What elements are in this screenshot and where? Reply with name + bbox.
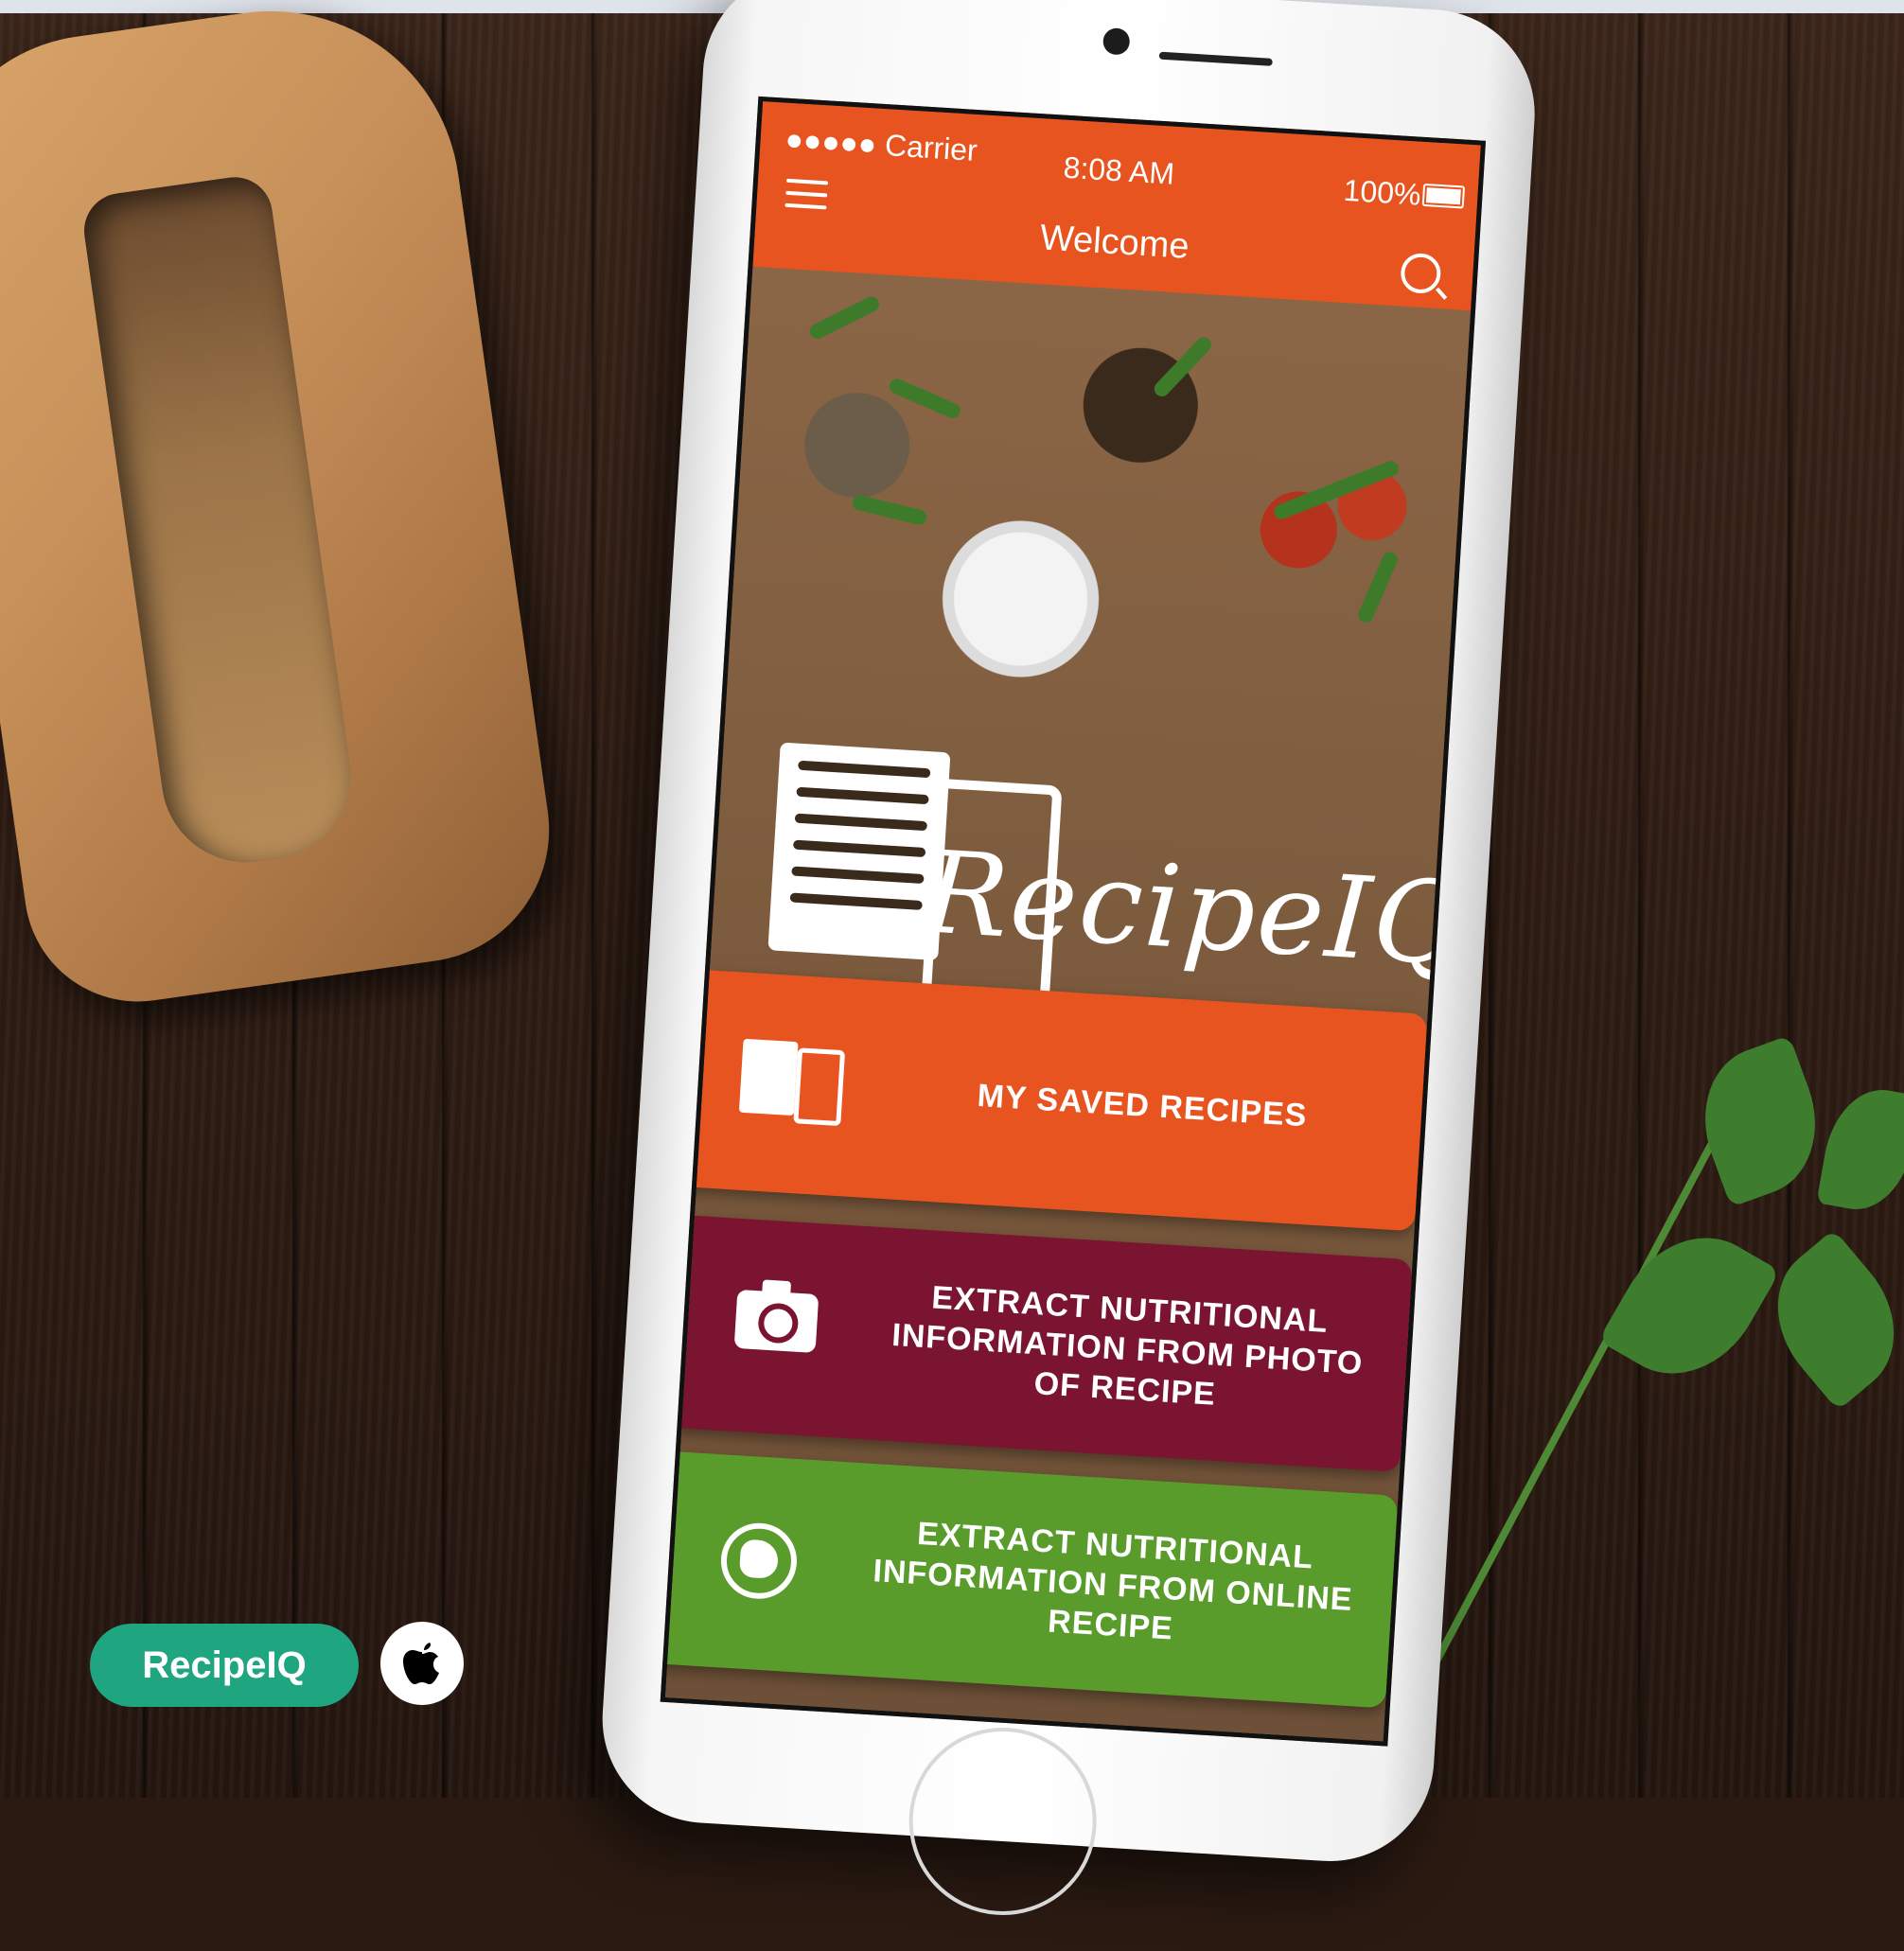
- battery-percent: 100%: [1342, 172, 1422, 212]
- extract-from-online-button[interactable]: EXTRACT NUTRITIONAL INFORMATION FROM ONL…: [660, 1450, 1399, 1709]
- front-camera: [1102, 26, 1131, 56]
- camera-icon: [733, 1289, 820, 1353]
- my-saved-recipes-label: MY SAVED RECIPES: [976, 1077, 1309, 1134]
- app-screen: ●●●●● Carrier 8:08 AM 100% Welcome Recip…: [660, 96, 1487, 1747]
- earpiece-speaker: [1158, 51, 1273, 66]
- home-button[interactable]: [903, 1722, 1102, 1921]
- scoop-hollow: [79, 172, 362, 874]
- page-title: Welcome: [1038, 218, 1190, 267]
- battery-icon: [1421, 183, 1466, 209]
- app-name-badge[interactable]: RecipeIQ: [90, 1624, 359, 1707]
- globe-icon: [718, 1520, 800, 1602]
- recipe-book-icon: [738, 1038, 848, 1127]
- extract-from-photo-label: EXTRACT NUTRITIONAL INFORMATION FROM PHO…: [890, 1278, 1365, 1413]
- phone-mockup: ●●●●● Carrier 8:08 AM 100% Welcome Recip…: [463, 0, 1711, 1921]
- app-store-button[interactable]: [380, 1622, 464, 1705]
- extract-from-online-label: EXTRACT NUTRITIONAL INFORMATION FROM ONL…: [872, 1515, 1354, 1647]
- apple-icon: [403, 1643, 439, 1684]
- extract-from-photo-button[interactable]: EXTRACT NUTRITIONAL INFORMATION FROM PHO…: [662, 1214, 1413, 1472]
- my-saved-recipes-button[interactable]: MY SAVED RECIPES: [677, 969, 1428, 1232]
